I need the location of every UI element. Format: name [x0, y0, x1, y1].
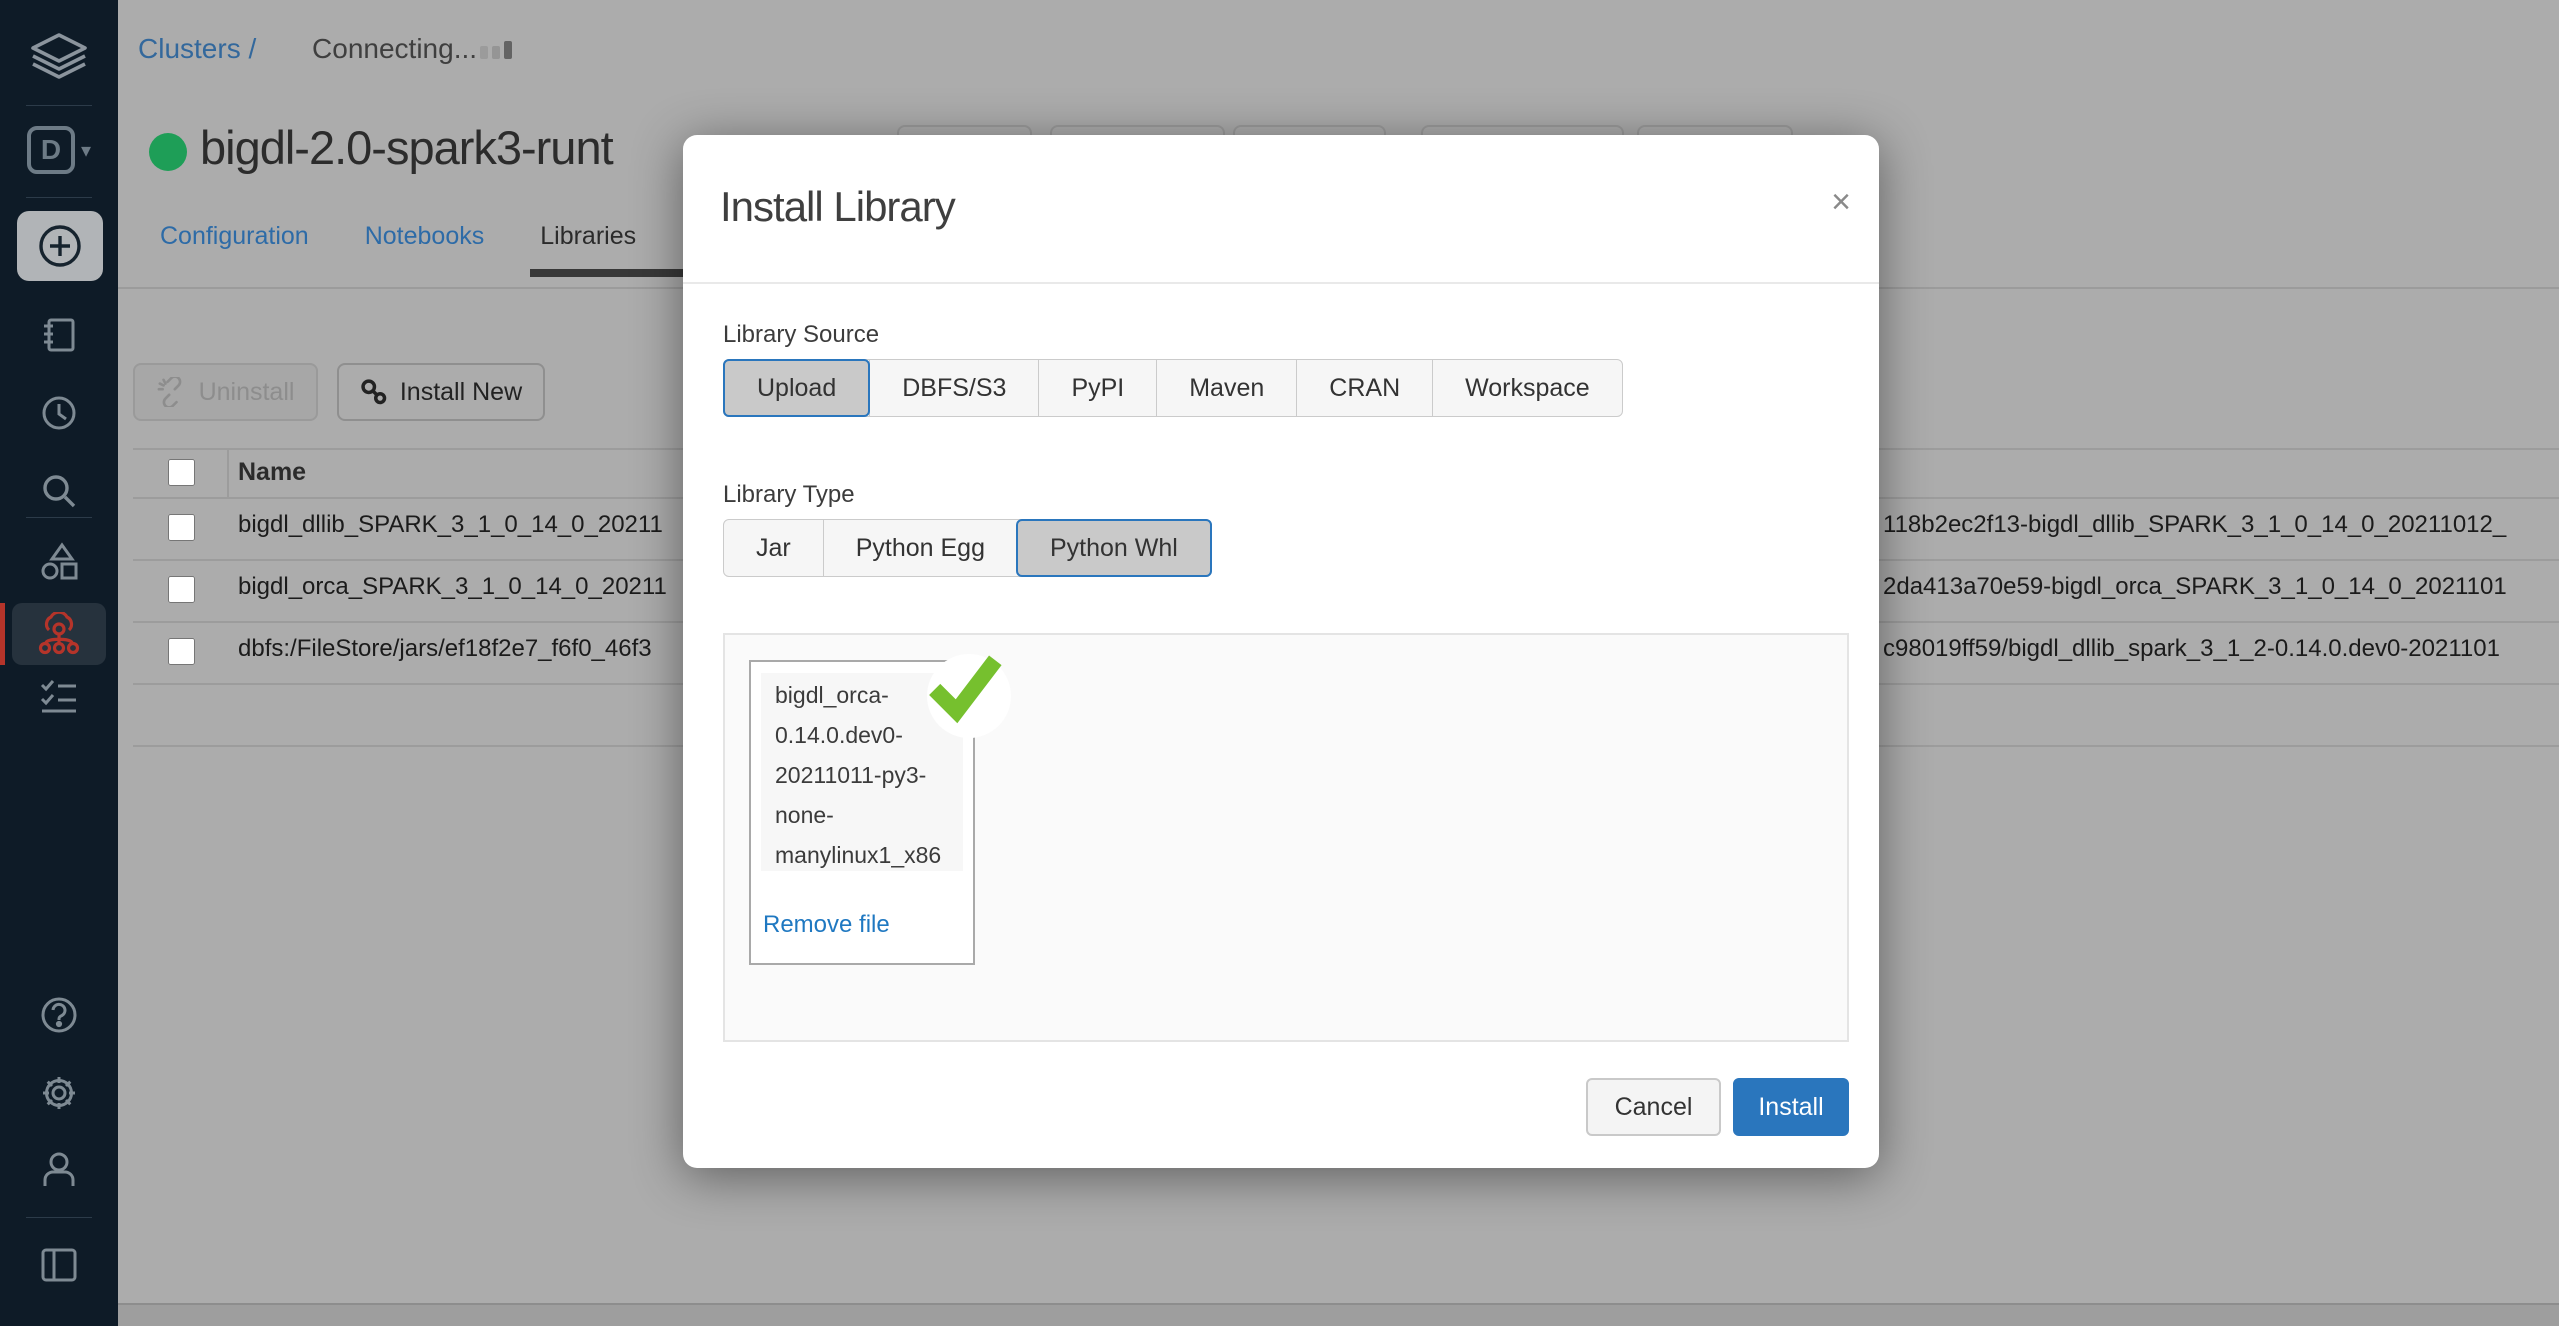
plus-circle-icon — [37, 223, 83, 269]
check-icon — [925, 650, 1005, 724]
clock-icon — [39, 393, 79, 433]
clusters-cloud-icon — [36, 612, 82, 656]
loading-bars-icon — [480, 41, 512, 59]
source-option-cran[interactable]: CRAN — [1296, 360, 1432, 416]
sidebar-divider — [26, 105, 92, 106]
sidebar-item-account[interactable] — [0, 1145, 118, 1195]
modal-title: Install Library — [720, 183, 955, 231]
sidebar: D ▾ — [0, 0, 118, 1326]
tab-libraries[interactable]: Libraries — [540, 222, 636, 251]
sidebar-item-search[interactable] — [0, 466, 118, 516]
file-name-line: none- — [775, 797, 963, 833]
close-icon[interactable]: × — [1831, 185, 1851, 219]
cluster-status-dot — [149, 133, 187, 171]
horizontal-scrollbar[interactable] — [118, 1303, 2559, 1326]
modal-header-divider — [683, 282, 1879, 284]
table-row-name: dbfs:/FileStore/jars/ef18f2e7_f6f0_46f3 — [238, 635, 652, 663]
sidebar-item-workspace[interactable] — [0, 310, 118, 360]
row-checkbox[interactable] — [168, 514, 195, 541]
active-tab-underline — [530, 269, 700, 277]
table-row-name: bigdl_orca_SPARK_3_1_0_14_0_20211 — [238, 573, 667, 601]
type-option-jar[interactable]: Jar — [724, 520, 823, 576]
search-icon — [39, 471, 79, 511]
databricks-logo-icon[interactable] — [0, 28, 118, 92]
remove-file-link[interactable]: Remove file — [763, 911, 890, 939]
sidebar-item-recents[interactable] — [0, 388, 118, 438]
sidebar-item-help[interactable] — [0, 990, 118, 1040]
uploaded-file-card: bigdl_orca- 0.14.0.dev0- 20211011-py3- n… — [749, 660, 975, 965]
breadcrumb-clusters-link[interactable]: Clusters / — [138, 33, 256, 64]
panel-icon — [38, 1246, 80, 1284]
name-column-header: Name — [238, 458, 306, 487]
cancel-button[interactable]: Cancel — [1586, 1078, 1721, 1136]
workspace-d-icon: D — [27, 126, 75, 174]
notebook-icon — [39, 315, 79, 355]
workspace-switcher[interactable]: D ▾ — [0, 120, 118, 180]
row-checkbox[interactable] — [168, 576, 195, 603]
sidebar-item-data[interactable] — [0, 537, 118, 587]
table-row-name: bigdl_dllib_SPARK_3_1_0_14_0_20211 — [238, 511, 663, 539]
select-all-checkbox[interactable] — [168, 459, 195, 486]
install-library-modal: Install Library × Library Source Upload … — [683, 135, 1879, 1168]
sidebar-divider — [26, 517, 92, 518]
install-button[interactable]: Install — [1733, 1078, 1849, 1136]
page-title: bigdl-2.0-spark3-runt — [200, 120, 613, 175]
library-source-label: Library Source — [723, 321, 879, 349]
uninstall-button[interactable]: Uninstall — [133, 363, 318, 421]
table-row-name-fragment: c98019ff59/bigdl_dllib_spark_3_1_2-0.14.… — [1883, 635, 2500, 663]
tab-notebooks[interactable]: Notebooks — [365, 222, 485, 251]
sidebar-collapse-button[interactable] — [0, 1240, 118, 1290]
sidebar-item-settings[interactable] — [0, 1068, 118, 1118]
user-icon — [38, 1149, 80, 1191]
cluster-status-text: Connecting... — [312, 33, 477, 64]
create-button[interactable] — [17, 211, 103, 281]
source-option-dbfs-s3[interactable]: DBFS/S3 — [869, 360, 1038, 416]
checklist-icon — [38, 677, 80, 717]
type-option-python-egg[interactable]: Python Egg — [823, 520, 1017, 576]
row-checkbox[interactable] — [168, 638, 195, 665]
file-name-line: manylinux1_x86 — [775, 837, 963, 871]
file-name-line: 20211011-py3- — [775, 757, 963, 793]
library-type-group: Jar Python Egg Python Whl — [723, 519, 1212, 577]
link-icon — [360, 378, 388, 406]
library-source-group: Upload DBFS/S3 PyPI Maven CRAN Workspace — [723, 359, 1623, 417]
source-option-maven[interactable]: Maven — [1156, 360, 1296, 416]
sidebar-divider — [26, 1217, 92, 1218]
help-icon — [38, 994, 80, 1036]
library-type-label: Library Type — [723, 481, 855, 509]
active-indicator — [0, 603, 5, 665]
table-row-name-fragment: 118b2ec2f13-bigdl_dllib_SPARK_3_1_0_14_0… — [1883, 511, 2506, 539]
gear-icon — [37, 1071, 81, 1115]
sidebar-item-clusters[interactable] — [12, 603, 106, 665]
chevron-down-icon: ▾ — [81, 138, 91, 163]
source-option-workspace[interactable]: Workspace — [1432, 360, 1622, 416]
shapes-icon — [38, 541, 80, 583]
type-option-python-whl[interactable]: Python Whl — [1016, 519, 1212, 577]
header-column-divider — [227, 448, 229, 497]
table-row-name-fragment: 2da413a70e59-bigdl_orca_SPARK_3_1_0_14_0… — [1883, 573, 2507, 601]
sidebar-item-jobs[interactable] — [0, 672, 118, 722]
install-new-label: Install New — [400, 378, 522, 407]
cluster-tabs: Configuration Notebooks Libraries — [160, 222, 636, 251]
install-new-button[interactable]: Install New — [337, 363, 545, 421]
uninstall-label: Uninstall — [199, 378, 295, 407]
breadcrumb: Clusters / Connecting... — [138, 33, 477, 65]
file-dropzone[interactable]: bigdl_orca- 0.14.0.dev0- 20211011-py3- n… — [723, 633, 1849, 1042]
source-option-upload[interactable]: Upload — [723, 359, 870, 417]
sidebar-divider — [26, 197, 92, 198]
source-option-pypi[interactable]: PyPI — [1038, 360, 1156, 416]
tab-configuration[interactable]: Configuration — [160, 222, 309, 251]
upload-success-check — [919, 650, 1011, 742]
broken-link-icon — [157, 377, 187, 407]
